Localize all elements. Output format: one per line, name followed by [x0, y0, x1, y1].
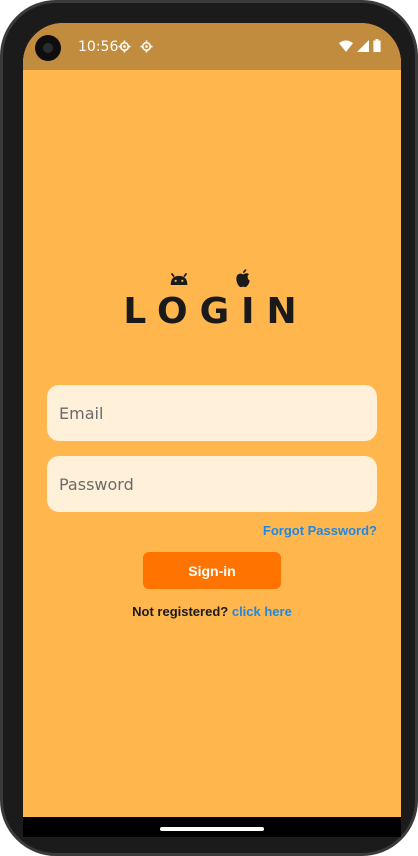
- register-link[interactable]: click here: [232, 604, 292, 619]
- apple-icon: [235, 269, 251, 293]
- status-bar: 10:56: [23, 23, 401, 70]
- signin-button[interactable]: Sign-in: [143, 552, 281, 589]
- status-icons: [339, 39, 381, 57]
- settings-gear-icon: [118, 40, 131, 53]
- forgot-password-link[interactable]: Forgot Password?: [263, 523, 377, 538]
- platform-logos: [23, 269, 401, 291]
- android-icon: [169, 272, 189, 292]
- battery-icon: [373, 39, 381, 57]
- password-field[interactable]: [47, 456, 377, 512]
- status-time: 10:56: [78, 39, 119, 55]
- settings-gear-icon: [140, 40, 153, 53]
- screen: 10:56 LOGIN Email Forgot Password? Sign-…: [23, 23, 401, 837]
- register-prompt: Not registered? click here: [23, 604, 401, 619]
- email-field[interactable]: [47, 385, 377, 441]
- signal-icon: [357, 39, 369, 57]
- device-frame: 10:56 LOGIN Email Forgot Password? Sign-…: [0, 0, 418, 856]
- home-gesture-handle[interactable]: [160, 827, 264, 831]
- navigation-bar: [23, 817, 401, 837]
- wifi-icon: [339, 39, 353, 57]
- page-title: LOGIN: [123, 291, 309, 332]
- front-camera: [35, 35, 61, 61]
- register-prompt-text: Not registered?: [132, 604, 229, 619]
